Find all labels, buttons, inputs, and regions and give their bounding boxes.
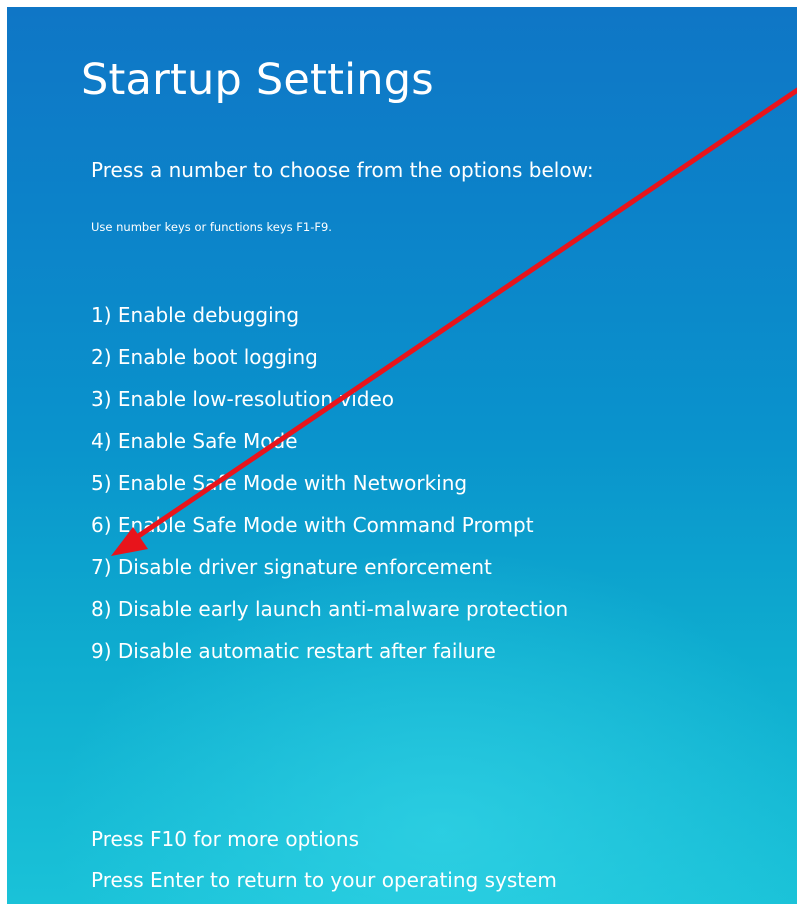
startup-options-list: 1) Enable debugging 2) Enable boot loggi… [91,294,568,672]
option-disable-driver-signature-enforcement[interactable]: 7) Disable driver signature enforcement [91,546,568,588]
more-options-hint[interactable]: Press F10 for more options [91,819,557,860]
option-enable-safe-mode-command-prompt[interactable]: 6) Enable Safe Mode with Command Prompt [91,504,568,546]
option-enable-debugging[interactable]: 1) Enable debugging [91,294,568,336]
option-disable-automatic-restart[interactable]: 9) Disable automatic restart after failu… [91,630,568,672]
page-title: Startup Settings [81,55,434,105]
option-enable-safe-mode-networking[interactable]: 5) Enable Safe Mode with Networking [91,462,568,504]
return-to-os-hint[interactable]: Press Enter to return to your operating … [91,860,557,901]
option-enable-boot-logging[interactable]: 2) Enable boot logging [91,336,568,378]
startup-settings-screen: Startup Settings Press a number to choos… [7,7,797,904]
option-enable-safe-mode[interactable]: 4) Enable Safe Mode [91,420,568,462]
option-disable-early-launch-anti-malware[interactable]: 8) Disable early launch anti-malware pro… [91,588,568,630]
instructions-prompt: Press a number to choose from the option… [91,158,594,182]
footer: Press F10 for more options Press Enter t… [91,819,557,901]
option-enable-low-resolution-video[interactable]: 3) Enable low-resolution video [91,378,568,420]
key-hint: Use number keys or functions keys F1-F9. [91,220,332,234]
